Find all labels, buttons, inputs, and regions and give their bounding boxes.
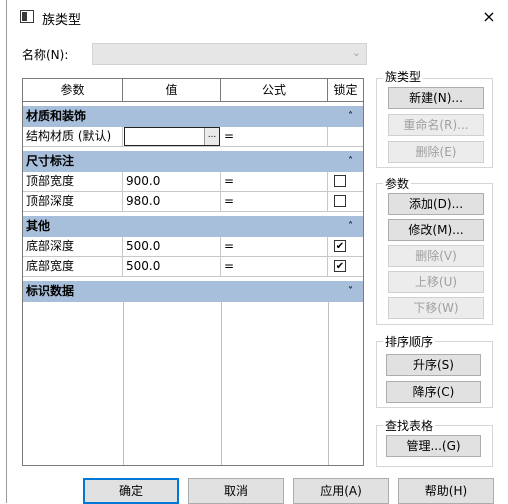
delete-parameter-button[interactable]: 删除(V) — [388, 245, 484, 267]
sort-order-title: 排序顺序 — [383, 333, 436, 350]
param-name: 结构材质 (默认) — [23, 127, 123, 147]
formula-cell[interactable]: = — [221, 257, 328, 277]
family-types-icon — [20, 10, 34, 23]
expand-icon[interactable]: ˅ — [348, 281, 353, 302]
lock-checkbox[interactable] — [334, 240, 346, 252]
value-cell[interactable]: 500.0 — [123, 237, 221, 257]
lock-cell — [328, 237, 363, 257]
rename-type-button[interactable]: 重命名(R)... — [388, 114, 484, 136]
apply-button[interactable]: 应用(A) — [293, 478, 389, 504]
column-header-lock[interactable]: 锁定 — [328, 79, 363, 102]
lock-cell — [328, 192, 363, 212]
collapse-icon[interactable]: ˄ — [348, 216, 353, 237]
param-name: 顶部宽度 — [23, 172, 123, 192]
formula-cell[interactable]: = — [221, 172, 328, 192]
window-left-edge — [6, 0, 7, 503]
lookup-tables-title: 查找表格 — [383, 417, 436, 434]
sort-descending-button[interactable]: 降序(C) — [386, 381, 481, 403]
new-type-button[interactable]: 新建(N)... — [388, 87, 484, 109]
param-name: 底部宽度 — [23, 257, 123, 277]
column-header-parameter[interactable]: 参数 — [23, 79, 123, 102]
formula-cell[interactable]: = — [221, 127, 328, 147]
table-row[interactable]: 底部深度 500.0 = — [23, 237, 363, 257]
column-divider — [221, 302, 222, 465]
ok-button[interactable]: 确定 — [83, 478, 179, 504]
material-value-input[interactable]: ... — [124, 127, 220, 146]
manage-lookup-tables-button[interactable]: 管理...(G) — [386, 435, 481, 457]
value-cell[interactable]: 900.0 — [123, 172, 221, 192]
parameters-grid[interactable]: 参数 值 公式 锁定 材质和装饰 ˄ 结构材质 (默认) ... = 尺寸标注 … — [22, 78, 364, 466]
lock-cell — [328, 257, 363, 277]
collapse-icon[interactable]: ˄ — [348, 106, 353, 127]
add-parameter-button[interactable]: 添加(D)... — [388, 193, 484, 215]
parameters-title: 参数 — [383, 175, 412, 192]
column-divider — [123, 302, 124, 465]
move-up-button[interactable]: 上移(U) — [388, 271, 484, 293]
title-bar — [10, 0, 508, 34]
help-button[interactable]: 帮助(H) — [398, 478, 494, 504]
name-label: 名称(N): — [22, 48, 69, 62]
name-combobox: ⌄ — [92, 43, 367, 65]
group-materials[interactable]: 材质和装饰 ˄ — [23, 106, 363, 127]
column-header-value[interactable]: 值 — [123, 79, 221, 102]
lock-checkbox[interactable] — [334, 175, 346, 187]
group-identity-data[interactable]: 标识数据 ˅ — [23, 281, 363, 302]
group-other[interactable]: 其他 ˄ — [23, 216, 363, 237]
table-row[interactable]: 底部宽度 500.0 = — [23, 257, 363, 277]
lock-cell — [328, 172, 363, 192]
close-button[interactable]: × — [476, 4, 502, 30]
family-types-title: 族类型 — [383, 68, 424, 85]
sort-ascending-button[interactable]: 升序(S) — [386, 354, 481, 376]
delete-type-button[interactable]: 删除(E) — [388, 141, 484, 163]
table-row[interactable]: 结构材质 (默认) ... = — [23, 127, 363, 147]
lock-checkbox[interactable] — [334, 195, 346, 207]
chevron-down-icon: ⌄ — [351, 46, 361, 59]
table-row[interactable]: 顶部宽度 900.0 = — [23, 172, 363, 192]
modify-parameter-button[interactable]: 修改(M)... — [388, 219, 484, 241]
window-title: 族类型 — [42, 13, 82, 28]
param-name: 底部深度 — [23, 237, 123, 257]
formula-cell[interactable]: = — [221, 237, 328, 257]
value-cell[interactable]: 980.0 — [123, 192, 221, 212]
column-header-formula[interactable]: 公式 — [221, 79, 328, 102]
lock-cell — [328, 127, 363, 147]
cancel-button[interactable]: 取消 — [188, 478, 284, 504]
browse-button[interactable]: ... — [204, 128, 219, 145]
column-divider — [328, 302, 329, 465]
group-label: 其他 — [26, 219, 51, 233]
table-row[interactable]: 顶部深度 980.0 = — [23, 192, 363, 212]
move-down-button[interactable]: 下移(W) — [388, 297, 484, 319]
value-cell[interactable]: 500.0 — [123, 257, 221, 277]
lock-checkbox[interactable] — [334, 260, 346, 272]
group-label: 标识数据 — [26, 284, 75, 298]
group-dimensions[interactable]: 尺寸标注 ˄ — [23, 151, 363, 172]
group-label: 材质和装饰 — [26, 109, 87, 123]
group-label: 尺寸标注 — [26, 154, 75, 168]
param-name: 顶部深度 — [23, 192, 123, 212]
collapse-icon[interactable]: ˄ — [348, 151, 353, 172]
formula-cell[interactable]: = — [221, 192, 328, 212]
